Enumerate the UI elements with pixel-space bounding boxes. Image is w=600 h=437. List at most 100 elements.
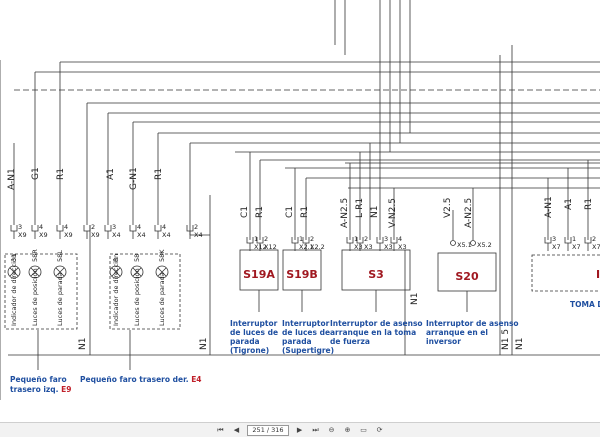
wire-label-r1b: R1 — [154, 168, 164, 180]
next-page-icon[interactable]: ▶ — [295, 425, 305, 435]
svg-text:Interruptorde luces deparada(T: Interruptor de luces de parada (Tigrone) — [230, 319, 278, 355]
e9lamps-lamp: 58L Luces de parada — [53, 250, 67, 326]
svg-text:Interruptor de asensoarranque: Interruptor de asenso arranque en la toma… — [330, 319, 423, 346]
e4lamps-lamp: 58K Luces de parada — [155, 249, 169, 326]
svg-text:X7: X7 — [592, 243, 600, 251]
ground-label-n1a: N1 — [78, 338, 88, 350]
svg-text:Luces de parada: Luces de parada — [158, 272, 166, 326]
svg-text:4: 4 — [137, 223, 141, 231]
wire-label-c1b: C1 — [285, 206, 295, 218]
wire-label-an1b: A-N1 — [544, 196, 554, 218]
svg-text:Luces de posición: Luces de posición — [31, 268, 39, 326]
ground-label-n1e: N1 — [515, 338, 525, 350]
svg-text:1: 1 — [572, 235, 576, 243]
ground-label-n1c: N1 — [410, 293, 420, 305]
toma-tag: I — [596, 268, 600, 281]
svg-text:58K: 58K — [158, 249, 166, 262]
svg-text:1: 1 — [299, 235, 303, 243]
svg-text:58: 58 — [133, 254, 141, 262]
rotate-icon[interactable]: ⟳ — [375, 425, 385, 435]
lamp-box-e4 — [109, 253, 181, 330]
svg-text:X3: X3 — [354, 243, 363, 251]
wire-label-n1w: N1 — [370, 206, 380, 218]
svg-text:4: 4 — [398, 235, 402, 243]
svg-text:4: 4 — [162, 223, 166, 231]
connector-e9: 3X94X94X92X9 — [10, 223, 100, 239]
s3-label: S3 — [368, 268, 384, 281]
s20-pin-x52: X5.2 — [477, 241, 492, 249]
s19b-label: S19B — [286, 268, 318, 281]
desc-s3: Interruptor de asenso arranque en la toma… — [330, 319, 423, 346]
wiring-diagram: A-N1 G1 R1 A1 G-N1 R1 C1 R1 C1 R1 A-N2.5 L-R1 N1 V-N… — [0, 0, 600, 400]
wire-label-a1b: A1 — [564, 198, 574, 210]
svg-text:Indicador de dirección: Indicador de dirección — [112, 254, 120, 326]
wire-label-a1a: A1 — [106, 168, 116, 180]
svg-text:X7: X7 — [572, 243, 581, 251]
svg-text:58R: 58R — [31, 249, 39, 262]
e9pins-pin: 4X9 — [31, 223, 48, 239]
wires-e9 — [13, 62, 88, 225]
wire-label-an1a: A-N1 — [7, 168, 17, 190]
svg-text:2: 2 — [364, 235, 368, 243]
last-page-icon[interactable]: ⏭ — [311, 425, 321, 435]
s19a-label: S19A — [243, 268, 275, 281]
tomapins-pin: 1X7 — [564, 235, 581, 251]
caption-e9-line2: trasero izq. E9 — [10, 385, 71, 394]
wire-label-r1d: R1 — [300, 206, 310, 218]
connector-s19a: 1X122X12 — [246, 235, 277, 251]
e4pins-pin: 4X4 — [129, 223, 146, 239]
svg-text:Interruptorde luces deparada(S: Interruptor de luces de parada (Supertigre) — [282, 319, 334, 355]
ground-label-n1b: N1 — [199, 338, 209, 350]
e4lamps-lamp: 58 Luces de posición — [130, 254, 144, 326]
wire-label-v25: V2.5 — [443, 198, 453, 218]
wire-label-c1a: C1 — [240, 206, 250, 218]
s20-label: S20 — [455, 270, 479, 283]
svg-text:X9: X9 — [91, 231, 100, 239]
svg-text:X3: X3 — [364, 243, 373, 251]
svg-text:1: 1 — [354, 235, 358, 243]
page-indicator[interactable]: 251 / 316 — [247, 424, 289, 436]
svg-text:X4: X4 — [137, 231, 146, 239]
tomapins-pin: 2X7 — [584, 235, 600, 251]
svg-text:X9: X9 — [39, 231, 48, 239]
s3pins-pin: 3X3 — [376, 235, 393, 251]
wire-label-an25b: A-N2.5 — [464, 198, 474, 228]
wire-labels-left: A-N1 G1 R1 A1 G-N1 R1 — [7, 167, 164, 190]
s20-pin-x51: X5.1 — [457, 241, 472, 249]
connector-e4: 3X44X44X42X4 — [104, 223, 203, 239]
wire-label-vn25: V-N2.5 — [388, 198, 398, 228]
wire-label-gn1: G-N1 — [129, 167, 139, 190]
svg-text:2: 2 — [310, 235, 314, 243]
svg-text:3: 3 — [384, 235, 388, 243]
first-page-icon[interactable]: ⏮ — [215, 425, 225, 435]
toma-label: TOMA D — [570, 300, 600, 309]
wire-label-an25: A-N2.5 — [340, 198, 350, 228]
lamp-symbols-e9: 31Indicador de dirección 58R Luces de posi… — [7, 249, 67, 326]
e9pins-pin: 4X9 — [56, 223, 73, 239]
connector-s19b: 1X2.12X2.2 — [291, 235, 325, 251]
pdf-viewer-toolbar: ⏮ ◀ 251 / 316 ▶ ⏭ ⊖ ⊕ ▭ ⟳ — [0, 422, 600, 437]
s3pins-pin: 4X3 — [390, 235, 407, 251]
e9pins-pin: 2X9 — [83, 223, 100, 239]
desc-s19b: Interruptor de luces de parada (Supertigre) — [282, 319, 334, 355]
svg-text:X12: X12 — [264, 243, 277, 251]
e9lamps-lamp: 31Indicador de dirección — [7, 254, 21, 326]
svg-text:1: 1 — [254, 235, 258, 243]
tomapins-pin: 3X7 — [544, 235, 561, 251]
zoom-out-icon[interactable]: ⊖ — [327, 425, 337, 435]
e4pins-pin: 3X4 — [104, 223, 121, 239]
e9lamps-lamp: 58R Luces de posición — [28, 249, 42, 326]
prev-page-icon[interactable]: ◀ — [231, 425, 241, 435]
svg-text:X7: X7 — [552, 243, 561, 251]
lamp-symbols-e4: RIndicador de dirección 58 Luces de posici… — [109, 249, 169, 326]
wire-labels-mid: C1 R1 C1 R1 A-N2.5 L-R1 N1 V-N2.5 V2.5 A-N2.5 A-N1… — [240, 196, 594, 228]
zoom-in-icon[interactable]: ⊕ — [343, 425, 353, 435]
svg-text:2: 2 — [264, 235, 268, 243]
svg-text:X2.2: X2.2 — [310, 243, 325, 251]
svg-text:X9: X9 — [18, 231, 27, 239]
connector-s3: 1X32X33X34X3 — [346, 235, 407, 251]
svg-text:Luces de posición: Luces de posición — [133, 268, 141, 326]
fit-page-icon[interactable]: ▭ — [359, 425, 369, 435]
e4pins-pin: 4X4 — [154, 223, 171, 239]
svg-text:Luces de parada: Luces de parada — [56, 272, 64, 326]
